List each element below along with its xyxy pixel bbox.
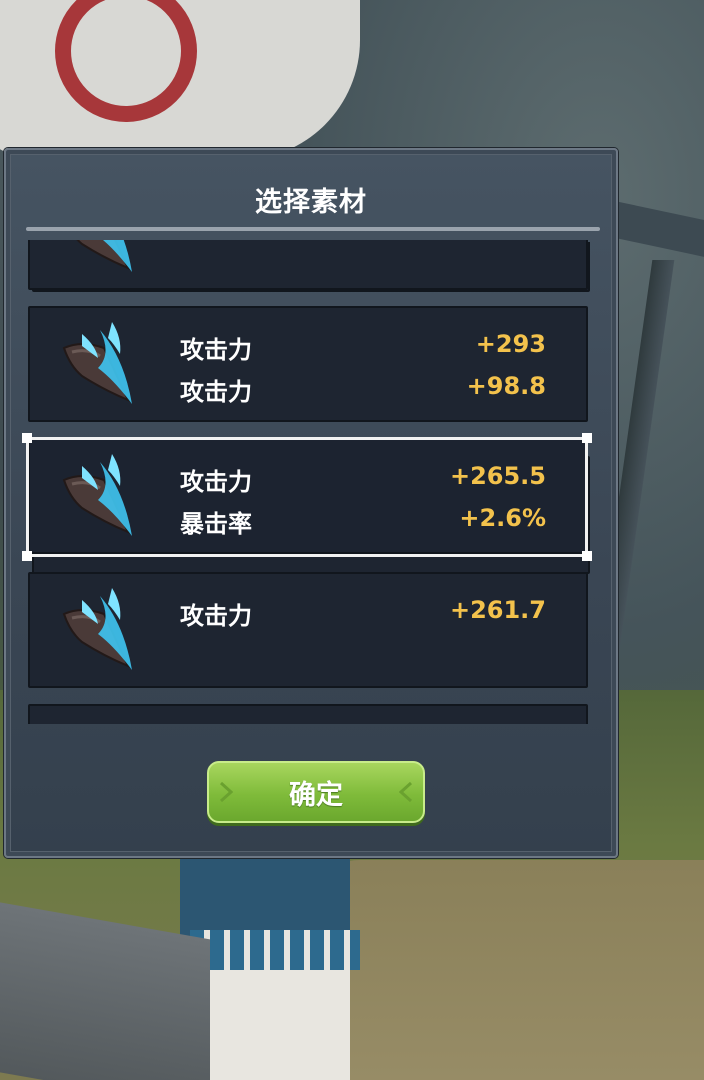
claw-material-icon [62,588,132,670]
material-card[interactable]: 攻击力 +261.7 [28,572,588,688]
dialog-title: 选择素材 [255,187,367,218]
claw-material-icon [62,454,132,536]
material-list-clip-bottom [28,704,588,724]
stat-label: 攻击力 [180,336,252,364]
material-card[interactable] [28,240,588,290]
stat-value: +265.5 [449,462,546,490]
stat-label: 攻击力 [180,602,252,630]
stat-label: 攻击力 [180,378,252,406]
material-card-selected[interactable]: 攻击力 +265.5 暴击率 +2.6% [28,438,588,554]
material-list-clip-top [28,240,588,290]
chevron-left-icon [399,781,413,803]
confirm-label: 确定 [289,779,343,811]
material-card[interactable] [28,704,588,724]
claw-material-icon [76,240,132,272]
stat-label: 攻击力 [180,468,252,496]
claw-material-icon [52,714,142,724]
stat-value: +293 [475,330,546,358]
background-dirt-path [300,860,704,1080]
claw-material-icon [62,322,132,404]
character-belt [190,930,360,970]
title-divider [26,227,600,231]
stat-value: +2.6% [459,504,546,532]
stat-value: +98.8 [466,372,546,400]
stat-value: +261.7 [449,596,546,624]
material-card[interactable]: 攻击力 +293 攻击力 +98.8 [28,306,588,422]
chevron-right-icon [219,781,233,803]
stat-label: 暴击率 [180,510,252,538]
confirm-button[interactable]: 确定 [207,761,425,823]
